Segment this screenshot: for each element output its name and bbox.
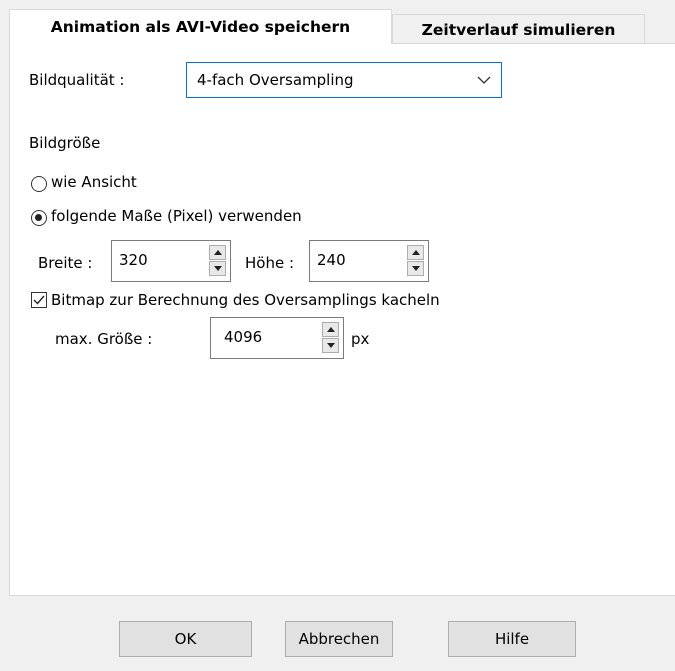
- radio-custom-size-label: folgende Maße (Pixel) verwenden: [51, 207, 302, 225]
- tab-time-simulation[interactable]: Zeitverlauf simulieren: [392, 14, 645, 44]
- max-size-spinbox[interactable]: 4096: [210, 317, 344, 359]
- chevron-down-icon: [477, 76, 491, 84]
- arrow-up-icon: [412, 250, 420, 255]
- width-label: Breite :: [38, 254, 93, 272]
- radio-selected-dot: [35, 214, 42, 221]
- max-size-unit: px: [351, 330, 370, 348]
- size-heading: Bildgröße: [29, 134, 101, 152]
- radio-custom-size[interactable]: [31, 210, 47, 226]
- arrow-down-icon: [412, 266, 420, 271]
- quality-select[interactable]: 4-fach Oversampling: [186, 62, 502, 98]
- radio-view-size-label: wie Ansicht: [51, 173, 137, 191]
- width-increment-button[interactable]: [209, 245, 226, 260]
- height-decrement-button[interactable]: [407, 261, 424, 276]
- width-value: 320: [119, 251, 148, 269]
- help-button[interactable]: Hilfe: [448, 621, 576, 657]
- tab-strip: Animation als AVI-Video speichern Zeitve…: [9, 9, 675, 44]
- quality-selected-value: 4-fach Oversampling: [197, 71, 354, 89]
- height-label: Höhe :: [245, 254, 295, 272]
- ok-button[interactable]: OK: [119, 621, 252, 657]
- width-spinbox[interactable]: 320: [111, 240, 231, 282]
- height-increment-button[interactable]: [407, 245, 424, 260]
- arrow-up-icon: [214, 250, 222, 255]
- height-spinbox[interactable]: 240: [309, 240, 429, 282]
- quality-label: Bildqualität :: [29, 71, 125, 89]
- max-size-label: max. Größe :: [55, 330, 153, 348]
- max-size-increment-button[interactable]: [322, 322, 339, 337]
- cancel-button[interactable]: Abbrechen: [285, 621, 393, 657]
- max-size-value: 4096: [224, 328, 263, 346]
- tiling-checkbox[interactable]: [31, 292, 47, 308]
- arrow-up-icon: [327, 327, 335, 332]
- checkmark-icon: [33, 295, 45, 305]
- arrow-down-icon: [327, 343, 335, 348]
- height-value: 240: [317, 251, 346, 269]
- tab-avi-export[interactable]: Animation als AVI-Video speichern: [9, 9, 392, 44]
- tiling-checkbox-label: Bitmap zur Berechnung des Oversamplings …: [51, 291, 440, 309]
- max-size-decrement-button[interactable]: [322, 338, 339, 353]
- width-decrement-button[interactable]: [209, 261, 226, 276]
- arrow-down-icon: [214, 266, 222, 271]
- radio-view-size[interactable]: [31, 176, 47, 192]
